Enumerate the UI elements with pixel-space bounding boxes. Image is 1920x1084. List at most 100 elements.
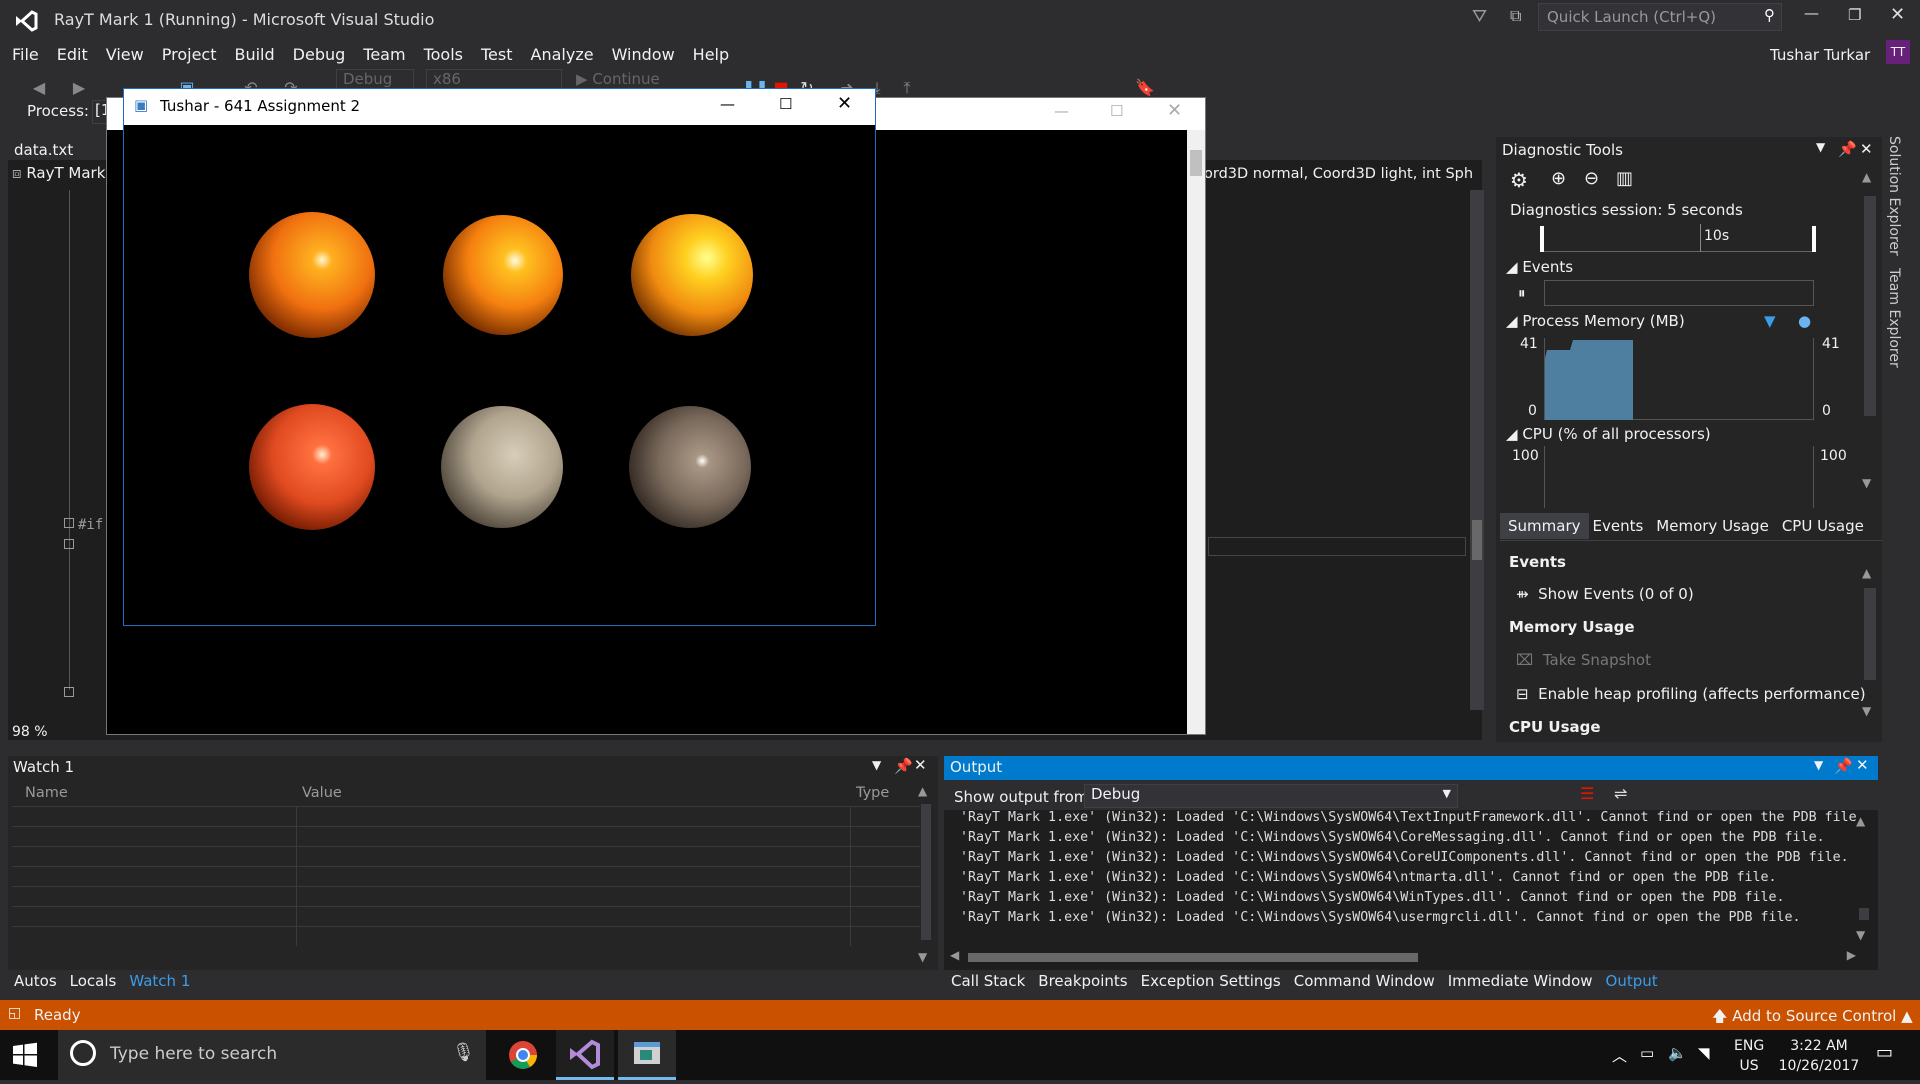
settings-icon[interactable]: ⚙ [1510, 168, 1528, 192]
chrome-icon[interactable] [494, 1030, 552, 1080]
menu-project[interactable]: Project [153, 40, 226, 70]
output-vscroll[interactable]: ▲ ▼ [1856, 814, 1872, 944]
tab-memory-usage[interactable]: Memory Usage [1656, 517, 1769, 535]
tab-immediate-window[interactable]: Immediate Window [1448, 972, 1593, 990]
menu-file[interactable]: File [3, 40, 48, 70]
function-dropdown[interactable]: ord3D normal, Coord3D light, int SphNu [1204, 166, 1474, 188]
output-source-select[interactable]: Debug ▼ [1084, 784, 1458, 808]
tab-autos[interactable]: Autos [14, 972, 57, 990]
tab-cpu-usage[interactable]: CPU Usage [1782, 517, 1864, 535]
bookmark-icon[interactable]: 🔖 [1134, 78, 1156, 98]
team-explorer-tab[interactable]: Team Explorer [1886, 268, 1902, 368]
app-window[interactable]: ▣ Tushar - 641 Assignment 2 — ☐ ✕ [123, 88, 876, 626]
volume-icon[interactable]: 🔈 [1668, 1044, 1687, 1062]
collapse-icon[interactable] [64, 539, 74, 549]
zoom-dropdown[interactable]: 98 % [12, 724, 48, 740]
tab-command-window[interactable]: Command Window [1294, 972, 1435, 990]
taskbar-search[interactable]: Type here to search 🎙 [58, 1030, 486, 1080]
step-out-icon[interactable]: ⤒ [896, 78, 918, 98]
pin-icon[interactable]: 📌 [1838, 140, 1857, 158]
app-minimize-button[interactable]: — [720, 95, 735, 113]
microphone-icon[interactable]: 🎙 [452, 1042, 475, 1063]
output-close-icon[interactable]: ✕ [1856, 756, 1869, 774]
zoom-out-icon[interactable]: ⊖ [1584, 168, 1599, 189]
console-minimize-button[interactable]: — [1054, 102, 1069, 120]
menu-view[interactable]: View [97, 40, 153, 70]
visual-studio-taskbar-icon[interactable] [556, 1030, 614, 1080]
chart-icon[interactable]: ▥ [1616, 168, 1633, 189]
table-row[interactable] [12, 846, 920, 866]
menu-debug[interactable]: Debug [284, 40, 355, 70]
collapse-icon[interactable] [64, 518, 74, 528]
events-header[interactable]: ◢ Events [1506, 258, 1573, 276]
scope-dropdown[interactable]: ⧈ RayT Mark [12, 164, 112, 186]
menu-test[interactable]: Test [472, 40, 522, 70]
menu-tools[interactable]: Tools [415, 40, 472, 70]
cpu-header[interactable]: ◢ CPU (% of all processors) [1506, 425, 1711, 443]
output-hscroll[interactable]: ◀ ▶ [950, 948, 1856, 964]
quick-launch-input[interactable]: Quick Launch (Ctrl+Q) ⚲ [1538, 3, 1782, 31]
diag-scrollbar[interactable]: ▲ ▼ [1862, 170, 1878, 500]
user-name[interactable]: Tushar Turkar [1770, 46, 1870, 64]
menu-build[interactable]: Build [225, 40, 283, 70]
app-maximize-button[interactable]: ☐ [779, 95, 792, 113]
tab-summary[interactable]: Summary [1500, 513, 1589, 539]
console-close-button[interactable]: ✕ [1167, 100, 1182, 121]
tab-exception-settings[interactable]: Exception Settings [1141, 972, 1281, 990]
source-control-button[interactable]: 🡅 Add to Source Control ▲ [1712, 1006, 1913, 1031]
minimize-button[interactable]: — [1804, 4, 1819, 22]
user-avatar[interactable]: TT [1886, 40, 1910, 64]
menu-team[interactable]: Team [354, 40, 414, 70]
clear-all-icon[interactable]: ☰ [1580, 784, 1594, 803]
take-snapshot-button[interactable]: ⌧ Take Snapshot [1516, 651, 1651, 669]
table-row[interactable] [12, 826, 920, 846]
table-row[interactable] [12, 866, 920, 886]
back-icon[interactable]: ◀ [28, 78, 50, 98]
tab-events[interactable]: Events [1593, 517, 1644, 535]
language-indicator[interactable]: ENG US [1734, 1036, 1764, 1076]
wifi-icon[interactable]: ◥ [1698, 1044, 1710, 1062]
restore-button[interactable]: ❐ [1848, 6, 1861, 24]
console-maximize-button[interactable]: ☐ [1110, 102, 1123, 120]
output-dropdown-icon[interactable]: ▼ [1814, 758, 1823, 772]
app-taskbar-icon[interactable] [618, 1030, 676, 1080]
filter-icon[interactable]: ⛛ [1472, 6, 1487, 27]
battery-icon[interactable]: ▭ [1640, 1044, 1654, 1062]
tray-chevron-icon[interactable]: ︿ [1612, 1045, 1627, 1066]
table-row[interactable] [12, 886, 920, 906]
solution-explorer-tab[interactable]: Solution Explorer [1886, 136, 1902, 256]
tab-breakpoints[interactable]: Breakpoints [1038, 972, 1127, 990]
watch-col-type[interactable]: Type [856, 785, 889, 801]
tab-call-stack[interactable]: Call Stack [951, 972, 1025, 990]
panel-dropdown-icon[interactable]: ▼ [1816, 140, 1825, 154]
console-scrollbar[interactable] [1187, 130, 1205, 734]
table-row[interactable] [12, 906, 920, 926]
start-button[interactable] [12, 1042, 40, 1070]
heap-profiling-link[interactable]: ⊟ Enable heap profiling (affects perform… [1516, 685, 1866, 703]
notification-icon[interactable]: ▭ [1876, 1042, 1893, 1063]
watch-col-divider[interactable] [850, 806, 851, 946]
watch-dropdown-icon[interactable]: ▼ [872, 758, 881, 772]
clock[interactable]: 3:22 AM 10/26/2017 [1772, 1036, 1866, 1076]
watch-col-divider[interactable] [296, 806, 297, 946]
tab-watch-1[interactable]: Watch 1 [129, 972, 190, 990]
zoom-in-icon[interactable]: ⊕ [1551, 168, 1566, 189]
feedback-icon[interactable]: ⧉ [1510, 6, 1521, 26]
show-events-link[interactable]: ⇻ Show Events (0 of 0) [1516, 585, 1694, 603]
watch-close-icon[interactable]: ✕ [914, 756, 927, 774]
output-pin-icon[interactable]: 📌 [1834, 757, 1853, 775]
continue-button[interactable]: ▶ Continue [576, 70, 660, 88]
summary-scrollbar[interactable]: ▲ ▼ [1862, 566, 1878, 726]
menu-analyze[interactable]: Analyze [522, 40, 603, 70]
table-row[interactable] [12, 806, 920, 826]
timeline-ruler[interactable]: 10s [1540, 224, 1816, 252]
menu-help[interactable]: Help [684, 40, 738, 70]
app-close-button[interactable]: ✕ [837, 93, 852, 114]
tab-output[interactable]: Output [1606, 972, 1658, 990]
pause-events-icon[interactable]: ⏸ [1518, 284, 1526, 302]
word-wrap-icon[interactable]: ⇌ [1614, 784, 1627, 803]
watch-col-name[interactable]: Name [25, 785, 68, 801]
panel-close-icon[interactable]: ✕ [1860, 140, 1873, 158]
collapse-icon[interactable] [64, 687, 74, 697]
menu-edit[interactable]: Edit [48, 40, 97, 70]
